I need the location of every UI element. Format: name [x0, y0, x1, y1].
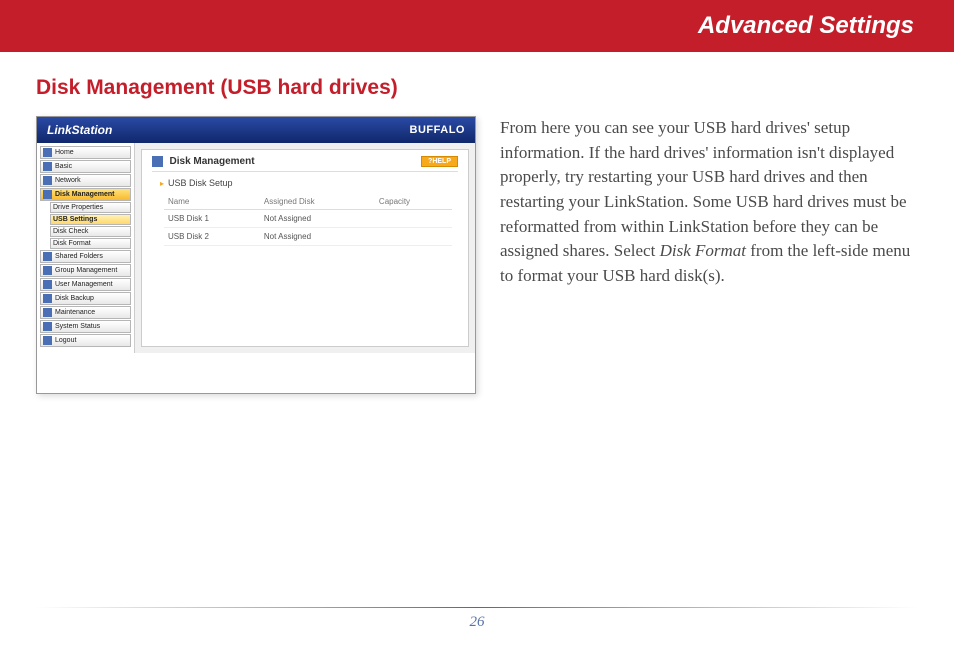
sidebar-item-label: Maintenance — [55, 309, 95, 316]
sidebar-item-label: Drive Properties — [53, 204, 103, 211]
table-header: Assigned Disk — [260, 194, 375, 210]
sidebar-item[interactable]: System Status — [40, 320, 131, 333]
sidebar-icon — [43, 308, 52, 317]
desc-part-1: From here you can see your USB hard driv… — [500, 118, 907, 260]
sidebar-item-label: Group Management — [55, 267, 117, 274]
disk-icon — [152, 156, 163, 167]
sidebar-item-label: Basic — [55, 163, 72, 170]
main-panel: Disk Management ?HELP USB Disk Setup Nam… — [141, 149, 469, 347]
sidebar-item-label: Disk Format — [53, 240, 91, 247]
sidebar-item[interactable]: Shared Folders — [40, 250, 131, 263]
sidebar-item-label: Network — [55, 177, 81, 184]
body-row: LinkStation BUFFALO Home Basic Network Disk… — [36, 116, 918, 394]
sidebar-item-label: USB Settings — [53, 216, 97, 223]
table-row[interactable]: USB Disk 1Not Assigned — [164, 210, 452, 228]
sidebar-item-label: Disk Management — [55, 191, 115, 198]
sidebar-icon — [43, 266, 52, 275]
sidebar-item[interactable]: Network — [40, 174, 131, 187]
sidebar-item[interactable]: USB Settings — [50, 214, 131, 225]
sidebar-icon — [43, 190, 52, 199]
table-cell: Not Assigned — [260, 210, 375, 228]
footer: 26 — [36, 607, 918, 631]
footer-divider — [36, 607, 918, 608]
table-cell: USB Disk 1 — [164, 210, 260, 228]
screenshot-panel: LinkStation BUFFALO Home Basic Network Disk… — [36, 116, 476, 394]
sidebar-item[interactable]: Drive Properties — [50, 202, 131, 213]
sidebar-icon — [43, 252, 52, 261]
sidebar-item-label: System Status — [55, 323, 100, 330]
brand-right: BUFFALO — [410, 124, 465, 136]
desc-italic: Disk Format — [660, 241, 746, 260]
sidebar-item[interactable]: Disk Format — [50, 238, 131, 249]
table-cell — [375, 228, 452, 246]
sidebar-icon — [43, 162, 52, 171]
header-bar: Advanced Settings — [0, 0, 954, 52]
help-button[interactable]: ?HELP — [421, 156, 458, 167]
description-text: From here you can see your USB hard driv… — [500, 116, 918, 288]
header-title: Advanced Settings — [698, 12, 914, 40]
section-title: Disk Management (USB hard drives) — [36, 76, 918, 100]
table-header: Capacity — [375, 194, 452, 210]
panel-header: Disk Management ?HELP — [152, 156, 458, 172]
sidebar-item[interactable]: User Management — [40, 278, 131, 291]
table-row[interactable]: USB Disk 2Not Assigned — [164, 228, 452, 246]
sidebar-item-label: Shared Folders — [55, 253, 103, 260]
sidebar-icon — [43, 280, 52, 289]
sidebar-item[interactable]: Home — [40, 146, 131, 159]
screenshot-inner: Home Basic Network Disk Management Drive Pro… — [37, 143, 475, 353]
sidebar-item[interactable]: Disk Backup — [40, 292, 131, 305]
screenshot-topbar: LinkStation BUFFALO — [37, 117, 475, 143]
sidebar-item-label: Home — [55, 149, 74, 156]
sidebar-item-label: User Management — [55, 281, 113, 288]
sidebar-item[interactable]: Maintenance — [40, 306, 131, 319]
sidebar-item[interactable]: Logout — [40, 334, 131, 347]
sidebar-icon — [43, 336, 52, 345]
table-cell — [375, 210, 452, 228]
table-cell: Not Assigned — [260, 228, 375, 246]
table-header: Name — [164, 194, 260, 210]
table-cell: USB Disk 2 — [164, 228, 260, 246]
sidebar-icon — [43, 148, 52, 157]
sidebar-item[interactable]: Basic — [40, 160, 131, 173]
panel-subtitle: USB Disk Setup — [160, 178, 458, 188]
sidebar-item-label: Disk Check — [53, 228, 88, 235]
brand-left: LinkStation — [47, 123, 112, 137]
sidebar-icon — [43, 322, 52, 331]
content: Disk Management (USB hard drives) LinkSt… — [0, 52, 954, 394]
sidebar-icon — [43, 294, 52, 303]
sidebar-item-label: Disk Backup — [55, 295, 94, 302]
disk-table: NameAssigned DiskCapacity USB Disk 1Not … — [164, 194, 452, 246]
sidebar-item-label: Logout — [55, 337, 76, 344]
sidebar-item[interactable]: Group Management — [40, 264, 131, 277]
page-number: 26 — [36, 614, 918, 631]
sidebar-item[interactable]: Disk Management — [40, 188, 131, 201]
sidebar-item[interactable]: Disk Check — [50, 226, 131, 237]
sidebar: Home Basic Network Disk Management Drive Pro… — [37, 143, 135, 353]
sidebar-icon — [43, 176, 52, 185]
panel-title: Disk Management — [170, 156, 255, 167]
